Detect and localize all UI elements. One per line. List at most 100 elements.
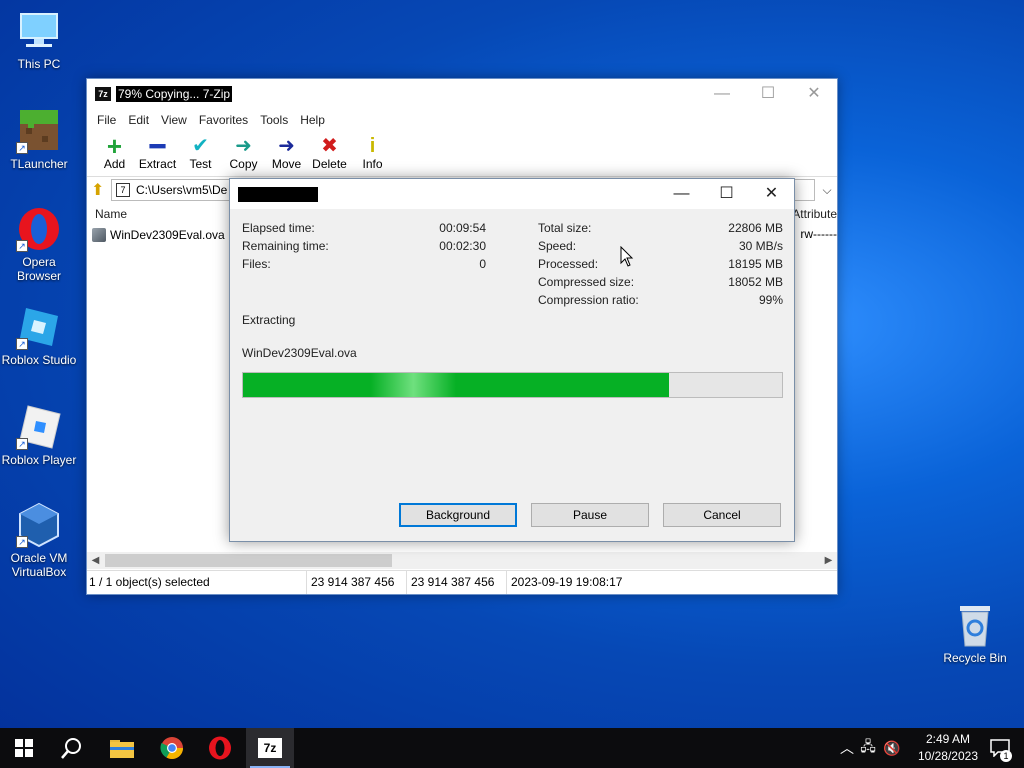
roblox-player-icon: ↗ — [16, 404, 62, 450]
background-button[interactable]: Background — [399, 503, 517, 527]
menu-file[interactable]: File — [91, 113, 122, 127]
info-button[interactable]: i Info — [351, 131, 394, 176]
menu-view[interactable]: View — [155, 113, 193, 127]
desktop-icon-tlauncher[interactable]: ↗ TLauncher — [0, 108, 78, 171]
desktop-icon-roblox-studio[interactable]: ↗ Roblox Studio — [0, 304, 78, 367]
desktop-icon-roblox-player[interactable]: ↗ Roblox Player — [0, 404, 78, 467]
stat-value: 0 — [479, 257, 486, 271]
menu-bar: File Edit View Favorites Tools Help — [87, 109, 837, 131]
add-label: Add — [103, 157, 126, 171]
address-text: C:\Users\vm5\De — [136, 183, 228, 197]
stat-value: 99% — [758, 293, 783, 307]
taskbar-chrome[interactable] — [148, 728, 196, 768]
chrome-icon — [160, 737, 183, 759]
stat-label: Speed: — [538, 239, 577, 253]
clock-date: 10/28/2023 — [917, 749, 978, 763]
copy-button[interactable]: ➜ Copy — [222, 131, 265, 176]
close-icon[interactable]: ✕ — [791, 79, 837, 109]
extract-label: Extract — [138, 157, 177, 171]
desktop-icon-label: TLauncher — [10, 157, 68, 171]
shortcut-arrow-icon: ↗ — [16, 338, 28, 350]
virtualbox-icon: ↗ — [16, 502, 62, 548]
maximize-icon[interactable]: ☐ — [704, 179, 749, 209]
stat-compression-ratio: Compression ratio: 99% — [538, 293, 783, 311]
column-name[interactable]: Name — [95, 207, 127, 221]
column-attributes[interactable]: Attribute — [792, 207, 837, 221]
window-titlebar[interactable]: 7z 79% Copying... 7-Zip — ☐ ✕ — [87, 79, 837, 109]
stat-value: 18195 MB — [728, 257, 783, 271]
desktop-icon-virtualbox[interactable]: ↗ Oracle VM VirtualBox — [0, 502, 78, 579]
desktop-icon-this-pc[interactable]: This PC — [0, 8, 78, 71]
search-button[interactable] — [48, 728, 96, 768]
folder-up-icon[interactable]: ⬆ — [91, 180, 111, 200]
7zip-app-icon: 7z — [95, 87, 111, 101]
network-icon[interactable]: 🖧 — [856, 736, 880, 760]
volume-muted-icon[interactable]: 🔇 — [880, 740, 904, 757]
right-stats: Total size: 22806 MB Speed: 30 MB/s Proc… — [538, 221, 783, 311]
desktop-icon-label: Roblox Studio — [1, 353, 77, 367]
desktop-icon-label: Oracle VM VirtualBox — [10, 551, 68, 579]
extract-button[interactable]: ━ Extract — [136, 131, 179, 176]
notification-count: 1 — [1000, 750, 1012, 762]
pause-button[interactable]: Pause — [531, 503, 649, 527]
minimize-icon[interactable]: — — [659, 179, 704, 209]
stat-label: Total size: — [538, 221, 592, 235]
stat-value: 18052 MB — [728, 275, 783, 289]
7zip-icon: 7z — [258, 738, 282, 758]
stat-value: 00:02:30 — [439, 239, 486, 253]
chevron-down-icon[interactable]: ⌵ — [817, 183, 837, 198]
close-icon[interactable]: ✕ — [749, 179, 794, 209]
copy-label: Copy — [229, 157, 258, 171]
mouse-cursor-icon — [620, 245, 634, 271]
menu-edit[interactable]: Edit — [122, 113, 155, 127]
check-icon: ✔ — [192, 135, 209, 157]
chevron-up-icon[interactable]: ︿ — [838, 738, 856, 758]
taskbar: 7z ︿ 🖧 🔇 2:49 AM 10/28/2023 1 — [0, 728, 1024, 768]
maximize-icon[interactable]: ☐ — [745, 79, 791, 109]
horizontal-scrollbar[interactable]: ◀ ▶ — [87, 552, 837, 569]
progress-fill — [243, 373, 669, 397]
add-button[interactable]: + Add — [93, 131, 136, 176]
move-label: Move — [271, 157, 302, 171]
scroll-thumb[interactable] — [105, 554, 392, 567]
menu-tools[interactable]: Tools — [254, 113, 294, 127]
scroll-left-icon[interactable]: ◀ — [87, 552, 104, 569]
taskbar-7zip[interactable]: 7z — [246, 728, 294, 768]
file-icon — [92, 228, 106, 242]
desktop-icon-label: Opera Browser — [16, 255, 61, 283]
delete-button[interactable]: ✖ Delete — [308, 131, 351, 176]
scroll-right-icon[interactable]: ▶ — [820, 552, 837, 569]
minimize-icon[interactable]: — — [699, 79, 745, 109]
stat-elapsed: Elapsed time: 00:09:54 — [242, 221, 486, 239]
info-icon: i — [369, 135, 376, 157]
move-arrow-icon: ➜ — [278, 135, 295, 157]
move-button[interactable]: ➜ Move — [265, 131, 308, 176]
stat-compressed-size: Compressed size: 18052 MB — [538, 275, 783, 293]
taskbar-opera[interactable] — [196, 728, 244, 768]
desktop-icon-recycle-bin[interactable]: Recycle Bin — [936, 602, 1014, 665]
taskbar-file-explorer[interactable] — [98, 728, 146, 768]
shortcut-arrow-icon: ↗ — [16, 438, 28, 450]
menu-favorites[interactable]: Favorites — [193, 113, 254, 127]
stat-label: Files: — [242, 257, 271, 271]
cancel-button[interactable]: Cancel — [663, 503, 781, 527]
menu-help[interactable]: Help — [294, 113, 331, 127]
clock[interactable]: 2:49 AM 10/28/2023 — [918, 731, 978, 765]
notification-center-button[interactable]: 1 — [982, 728, 1018, 768]
file-attributes: rw------ — [800, 227, 837, 241]
redacted-title — [238, 187, 318, 202]
test-button[interactable]: ✔ Test — [179, 131, 222, 176]
stat-value: 00:09:54 — [439, 221, 486, 235]
status-modified: 2023-09-19 19:08:17 — [511, 575, 623, 589]
operation-label: Extracting — [242, 313, 296, 327]
stat-files: Files: 0 — [242, 257, 486, 275]
opera-icon — [209, 736, 231, 760]
start-button[interactable] — [0, 728, 48, 768]
shortcut-arrow-icon: ↗ — [16, 142, 28, 154]
dialog-titlebar[interactable]: — ☐ ✕ — [230, 179, 794, 209]
roblox-studio-icon: ↗ — [16, 304, 62, 350]
desktop-icon-opera[interactable]: ↗ Opera Browser — [0, 206, 78, 283]
progress-dialog: — ☐ ✕ Elapsed time: 00:09:54 Remaining t… — [229, 178, 795, 542]
recycle-bin-icon — [952, 602, 998, 648]
desktop-icon-label: This PC — [17, 57, 61, 71]
